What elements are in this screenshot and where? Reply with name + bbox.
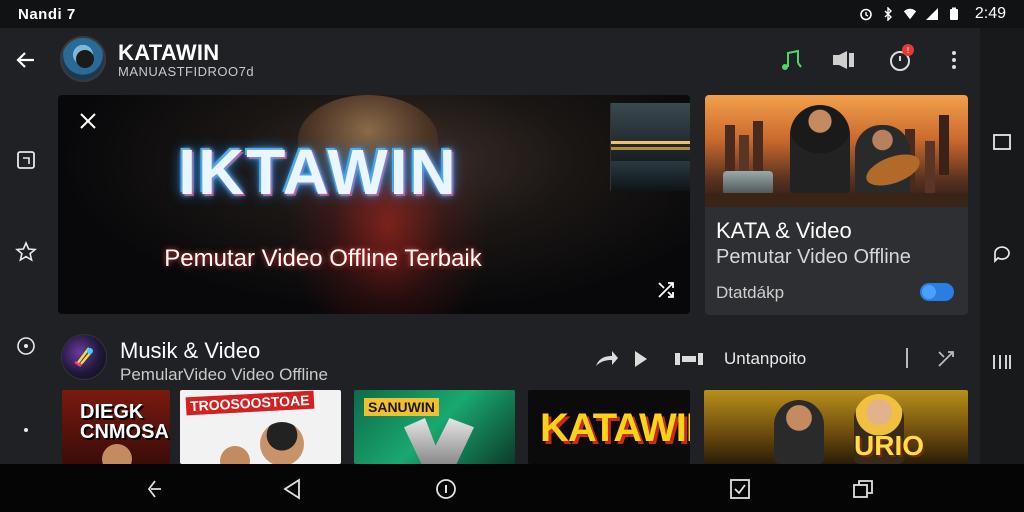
timer-icon[interactable]: !: [884, 44, 916, 76]
thumbnail-1[interactable]: DIEGK CNMOSAIN: [62, 390, 170, 464]
hero-banner[interactable]: IKTAWIN Pemutar Video Offline Terbaik: [58, 95, 690, 314]
stage-floor: [705, 193, 968, 207]
cast-icon[interactable]: [10, 144, 42, 176]
columns-icon[interactable]: [986, 346, 1018, 378]
feature-image: [705, 95, 968, 207]
channel-avatar[interactable]: [60, 36, 106, 82]
thumbnail-5-person-1: [774, 400, 824, 464]
square-icon[interactable]: [986, 126, 1018, 158]
right-rail: [980, 28, 1024, 464]
signal-icon: [925, 7, 939, 21]
music-video-logo-icon[interactable]: [61, 334, 107, 380]
info-icon[interactable]: [10, 330, 42, 362]
close-icon[interactable]: [74, 107, 102, 135]
thumbnail-5[interactable]: URIO: [704, 390, 968, 464]
more-dot-icon[interactable]: [10, 414, 42, 446]
play-icon[interactable]: [626, 344, 656, 374]
nav-home-icon[interactable]: [431, 474, 461, 504]
status-time: 2:49: [974, 5, 1006, 22]
thumbnail-3-logo: [404, 418, 474, 464]
alarm-icon: [859, 7, 873, 21]
feature-meta: Dtatdákp: [716, 283, 785, 302]
system-nav-bar: [0, 464, 1024, 512]
left-rail: [0, 28, 52, 464]
thumbnail-2-face-1: [220, 446, 250, 464]
nav-checkbox-icon[interactable]: [725, 474, 755, 504]
channel-subtitle: MANUASTFIDROO7d: [118, 64, 255, 79]
more-vert-icon[interactable]: [938, 44, 970, 76]
thumbnail-2-title: TROOSOOSTOAE: [185, 390, 314, 416]
thumbnail-5-title: URIO: [854, 430, 924, 461]
section-header: Musik & Video PemularVideo Video Offline…: [58, 328, 968, 388]
gesture-icon[interactable]: [138, 474, 168, 504]
channel-header: KATAWIN MANUASTFIDROO7d !: [16, 28, 980, 90]
channel-title: KATAWIN: [118, 40, 220, 65]
feature-subtitle: Pemutar Video Offline: [716, 246, 911, 268]
chat-icon[interactable]: [986, 238, 1018, 270]
status-icons: 2:49: [859, 5, 1006, 23]
battery-icon: [947, 7, 961, 21]
nav-recents-icon[interactable]: [848, 474, 878, 504]
thumbnail-4-title: KATAWIN: [540, 406, 690, 450]
film-strip-icon[interactable]: [674, 344, 704, 374]
hero-subtitle: Pemutar Video Offline Terbaik: [164, 245, 482, 272]
share-arrow-icon[interactable]: [592, 344, 622, 374]
thumbnail-3[interactable]: SANUWIN: [354, 390, 515, 464]
section-title: Musik & Video: [120, 338, 261, 363]
feature-title: KATA & Video: [716, 218, 852, 243]
hero-side-thumbnail[interactable]: [610, 103, 690, 191]
back-arrow-icon[interactable]: [10, 44, 42, 76]
water: [611, 161, 690, 191]
thumbnail-row: DIEGK CNMOSAIN TROOSOOSTOAE SANUWIN KATA…: [58, 390, 968, 464]
thumbnail-1-face: [102, 444, 132, 464]
speaker-deck: [723, 171, 773, 195]
status-bar: Nandi 7 2:49: [0, 0, 1024, 28]
performer-1: [790, 105, 850, 195]
section-divider: [906, 348, 908, 368]
shuffle-icon[interactable]: [652, 276, 680, 304]
thumbnail-2-face-2: [260, 422, 304, 464]
feature-toggle[interactable]: [920, 283, 954, 301]
bridge-lights: [611, 141, 690, 144]
wifi-icon: [903, 7, 917, 21]
thumbnail-2[interactable]: TROOSOOSTOAE: [180, 390, 341, 464]
star-icon[interactable]: [10, 236, 42, 268]
notification-badge: !: [902, 44, 914, 56]
section-label[interactable]: Untanpoito: [724, 349, 806, 369]
hero-title: IKTAWIN: [178, 136, 458, 208]
nav-back-icon[interactable]: [277, 474, 307, 504]
shuffle-small-icon[interactable]: [931, 344, 961, 374]
thumbnail-1-title: DIEGK CNMOSAIN: [80, 401, 170, 443]
section-subtitle: PemularVideo Video Offline: [120, 365, 328, 384]
thumbnail-3-title: SANUWIN: [364, 398, 439, 416]
bluetooth-icon: [881, 7, 895, 21]
feature-card[interactable]: KATA & Video Pemutar Video Offline Dtatd…: [705, 95, 968, 315]
music-note-icon[interactable]: [775, 44, 807, 76]
thumbnail-4[interactable]: KATAWIN: [528, 390, 690, 464]
speaker-icon[interactable]: [828, 44, 860, 76]
status-carrier: Nandi 7: [18, 5, 76, 23]
